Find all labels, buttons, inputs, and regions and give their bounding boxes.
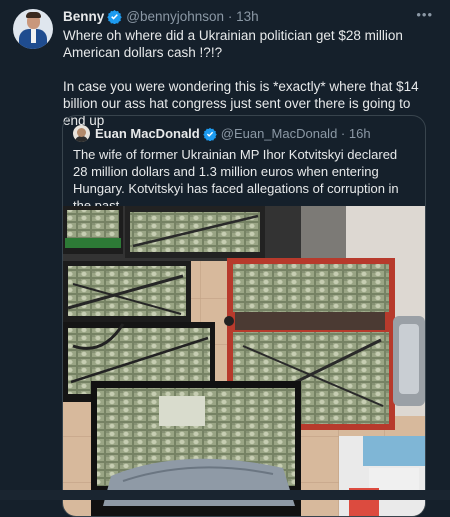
separator-dot: · bbox=[227, 9, 233, 24]
tweet-header: Benny @bennyjohnson · 13h bbox=[63, 8, 413, 26]
quoted-tweet-header: Euan MacDonald @Euan_MacDonald · 16h bbox=[73, 125, 371, 143]
quoted-author-name: Euan MacDonald bbox=[95, 126, 200, 141]
bottom-bar bbox=[0, 490, 450, 500]
quoted-tweet-photo[interactable] bbox=[63, 206, 425, 516]
more-options-icon[interactable]: ••• bbox=[416, 7, 433, 22]
tweet: Benny @bennyjohnson · 13h ••• Where oh wh… bbox=[0, 0, 450, 517]
quoted-author-avatar bbox=[73, 125, 90, 142]
author-avatar[interactable] bbox=[13, 9, 53, 49]
verified-badge-icon bbox=[202, 127, 217, 146]
quoted-tweet[interactable]: Euan MacDonald @Euan_MacDonald · 16h The … bbox=[62, 115, 426, 517]
quoted-tweet-text: The wife of former Ukrainian MP Ihor Kot… bbox=[73, 147, 399, 213]
tweet-text-line1: Where oh where did a Ukrainian politicia… bbox=[63, 28, 403, 60]
tweet-timestamp[interactable]: 13h bbox=[236, 9, 259, 24]
author-handle[interactable]: @bennyjohnson bbox=[126, 9, 224, 24]
tweet-text: Where oh where did a Ukrainian politicia… bbox=[63, 27, 433, 129]
separator-dot: · bbox=[340, 126, 346, 141]
author-name[interactable]: Benny bbox=[63, 9, 104, 24]
quoted-author-handle: @Euan_MacDonald bbox=[220, 126, 338, 141]
quoted-timestamp: 16h bbox=[348, 126, 371, 141]
verified-badge-icon bbox=[107, 9, 123, 29]
